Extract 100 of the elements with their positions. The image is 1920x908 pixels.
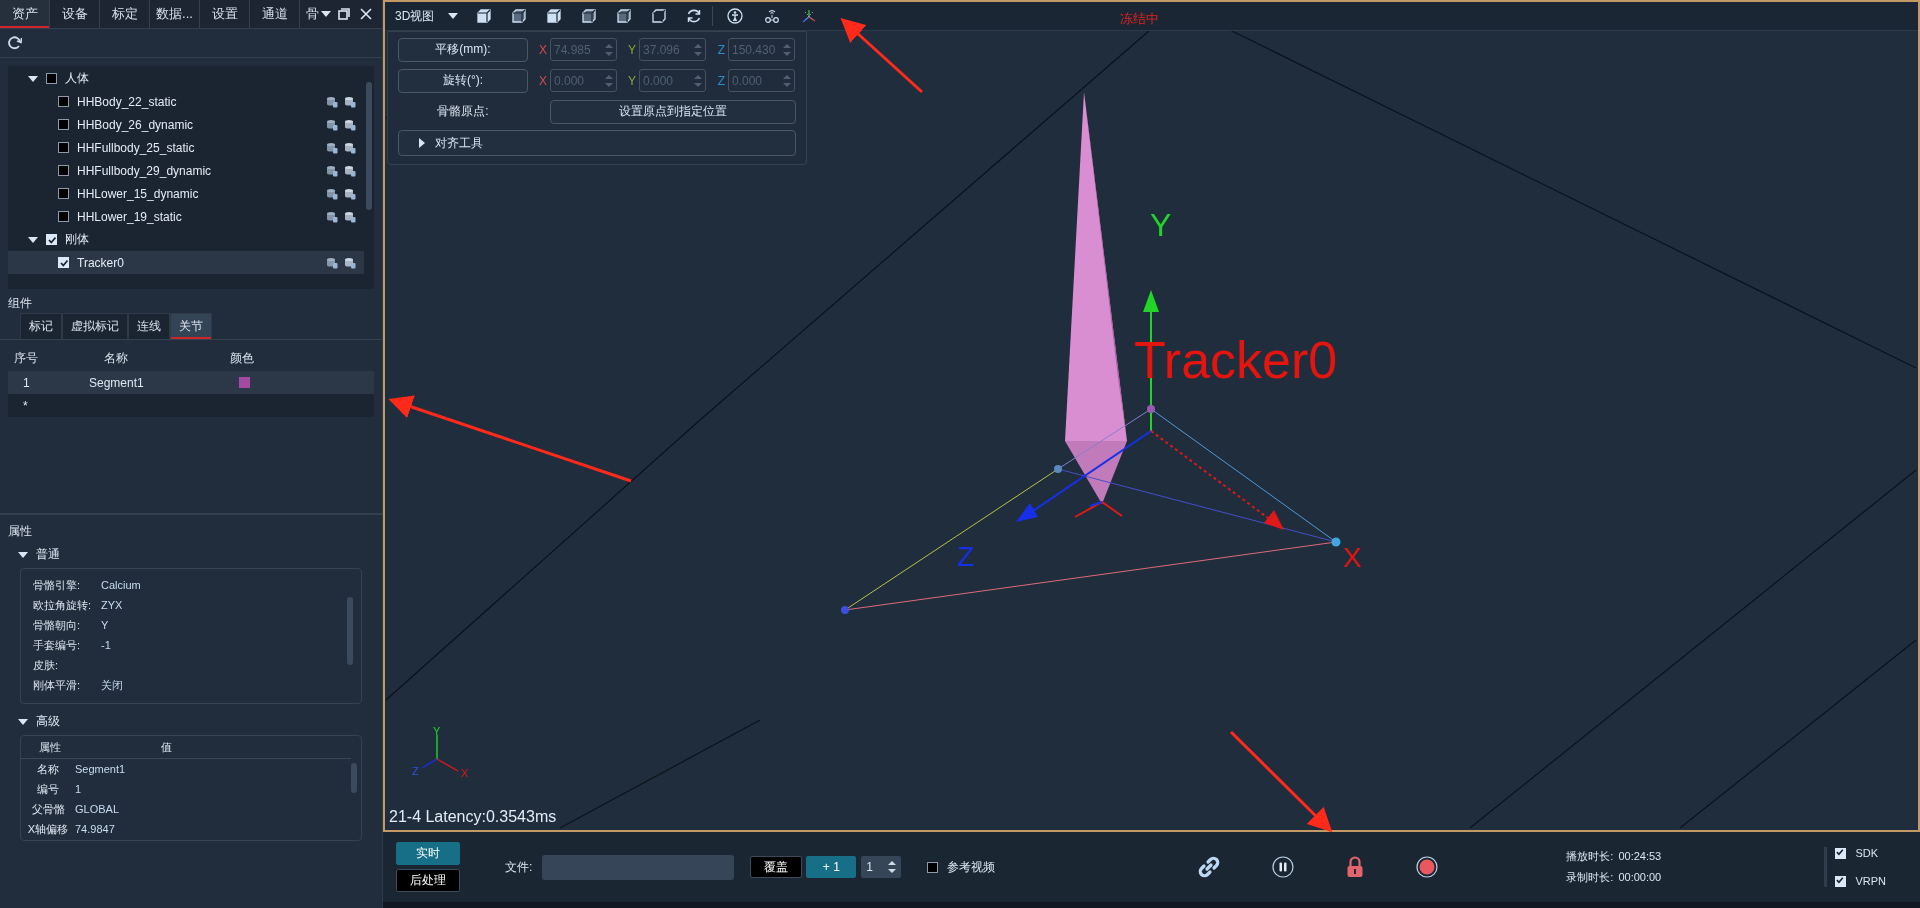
checkbox[interactable] [58,211,69,222]
database-icon[interactable] [326,256,338,269]
property-label: 骨骼朝向: [33,617,82,633]
triangle-icon[interactable] [28,73,38,84]
property-label: X轴偏移 [26,821,70,837]
database-icon[interactable] [344,210,356,223]
tree-item-label[interactable]: HHFullbody_29_dynamic [77,163,318,178]
cube-view-icon[interactable] [546,8,563,24]
axis-label: Y [1150,207,1172,243]
checkbox[interactable] [46,73,57,84]
cube-view-icon[interactable] [511,8,528,24]
table-row[interactable]: 1 Segment1 [8,371,374,394]
align-tools-header[interactable]: 对齐工具 [398,130,796,156]
group-title: 高级 [36,713,60,730]
tree-item-label[interactable]: 刚体 [65,231,364,248]
check-icon [47,235,56,244]
person-icon[interactable] [727,8,744,24]
cube-view-icon[interactable] [616,8,633,24]
scrollbar-thumb[interactable] [351,763,357,793]
expand-triangle-icon[interactable] [417,138,427,148]
refresh-icon[interactable] [686,8,703,24]
database-icon[interactable] [326,141,338,154]
checkbox-label: VRPN [1855,875,1886,887]
database-icon[interactable] [326,118,338,131]
database-icon[interactable] [344,187,356,200]
scrollbar-thumb[interactable] [347,597,353,665]
database-icon[interactable] [326,95,338,108]
tree-item-label[interactable]: HHBody_22_static [77,94,318,109]
time-label: 播放时长: [1566,850,1614,862]
axes-icon[interactable] [801,8,818,24]
cube-view-icon[interactable] [476,8,493,24]
tree-item-label[interactable]: HHBody_26_dynamic [77,117,318,132]
number-spinbox[interactable]: 1 [861,856,902,878]
mode-button[interactable]: 实时 [396,842,460,865]
record-icon[interactable] [1416,856,1439,878]
triangle-icon[interactable] [18,549,28,560]
tree-item-label[interactable]: 人体 [65,70,364,87]
scrollbar-thumb[interactable] [366,82,372,210]
tab[interactable]: 资产 [0,0,50,28]
pause-icon[interactable] [1272,856,1295,878]
property-label: 父骨骼 [30,801,66,817]
checkbox-label: 参考视频 [947,858,996,876]
axis-label: Y [627,73,637,88]
wireless-device-icon[interactable] [764,8,781,24]
tab[interactable]: 关节 [170,313,212,339]
dropdown-caret-icon[interactable] [321,10,331,18]
database-icon[interactable] [344,95,356,108]
spinner-arrows-icon [605,42,613,57]
axis-label: Z [716,42,726,57]
property-label: 骨骼引擎: [33,577,82,593]
axis-label: Z [957,541,975,572]
database-icon[interactable] [326,187,338,200]
spinner-arrows-icon [783,73,791,88]
checkbox[interactable] [58,188,69,199]
checkbox[interactable] [58,165,69,176]
close-icon[interactable] [360,8,372,20]
property-label: 名称 [36,761,60,777]
mode-button[interactable]: 后处理 [396,869,460,892]
selected-tree-row[interactable]: Tracker0 [8,251,364,274]
lock-icon[interactable] [1346,856,1365,878]
check-icon [1836,848,1846,858]
tab[interactable]: 通道 [250,0,300,28]
checkbox[interactable] [58,142,69,153]
tab[interactable]: 数据... [150,0,200,28]
tab[interactable]: 虚拟标记 [62,313,128,339]
restore-window-icon[interactable] [338,8,350,20]
file-input[interactable] [542,854,735,880]
database-icon[interactable] [326,164,338,177]
property-value: GLOBAL [75,803,120,815]
tab[interactable]: 设备 [50,0,100,28]
property-label: 欧拉角旋转: [33,597,93,613]
tab[interactable]: 标定 [100,0,150,28]
database-icon[interactable] [344,141,356,154]
tab[interactable]: 连线 [128,313,170,339]
tree-item-label[interactable]: HHFullbody_25_static [77,140,318,155]
database-icon[interactable] [344,256,356,269]
checkbox[interactable] [927,861,939,873]
refresh-icon[interactable] [8,36,22,50]
database-icon[interactable] [344,118,356,131]
tree-item-label[interactable]: HHLower_19_static [77,209,318,224]
increment-button[interactable]: + 1 [806,856,857,878]
view-menu[interactable]: 3D视图 [395,7,459,25]
checkbox[interactable] [58,119,69,130]
check-icon [59,258,68,267]
tab[interactable]: 标记 [20,313,62,339]
axis-label: Y [627,42,637,57]
checkbox[interactable] [58,96,69,107]
tab[interactable]: 设置 [200,0,250,28]
triangle-icon[interactable] [28,234,38,245]
set-origin-button[interactable]: 设置原点到指定位置 [550,99,796,124]
cube-view-icon[interactable] [581,8,598,24]
database-icon[interactable] [326,210,338,223]
tree-item-label[interactable]: Tracker0 [77,255,318,270]
overwrite-button[interactable]: 覆盖 [750,856,803,878]
database-icon[interactable] [344,164,356,177]
cube-view-icon[interactable] [651,8,668,24]
tab[interactable]: 骨 [300,0,332,28]
link-icon[interactable] [1198,856,1221,878]
triangle-icon[interactable] [18,716,28,727]
tree-item-label[interactable]: HHLower_15_dynamic [77,186,318,201]
